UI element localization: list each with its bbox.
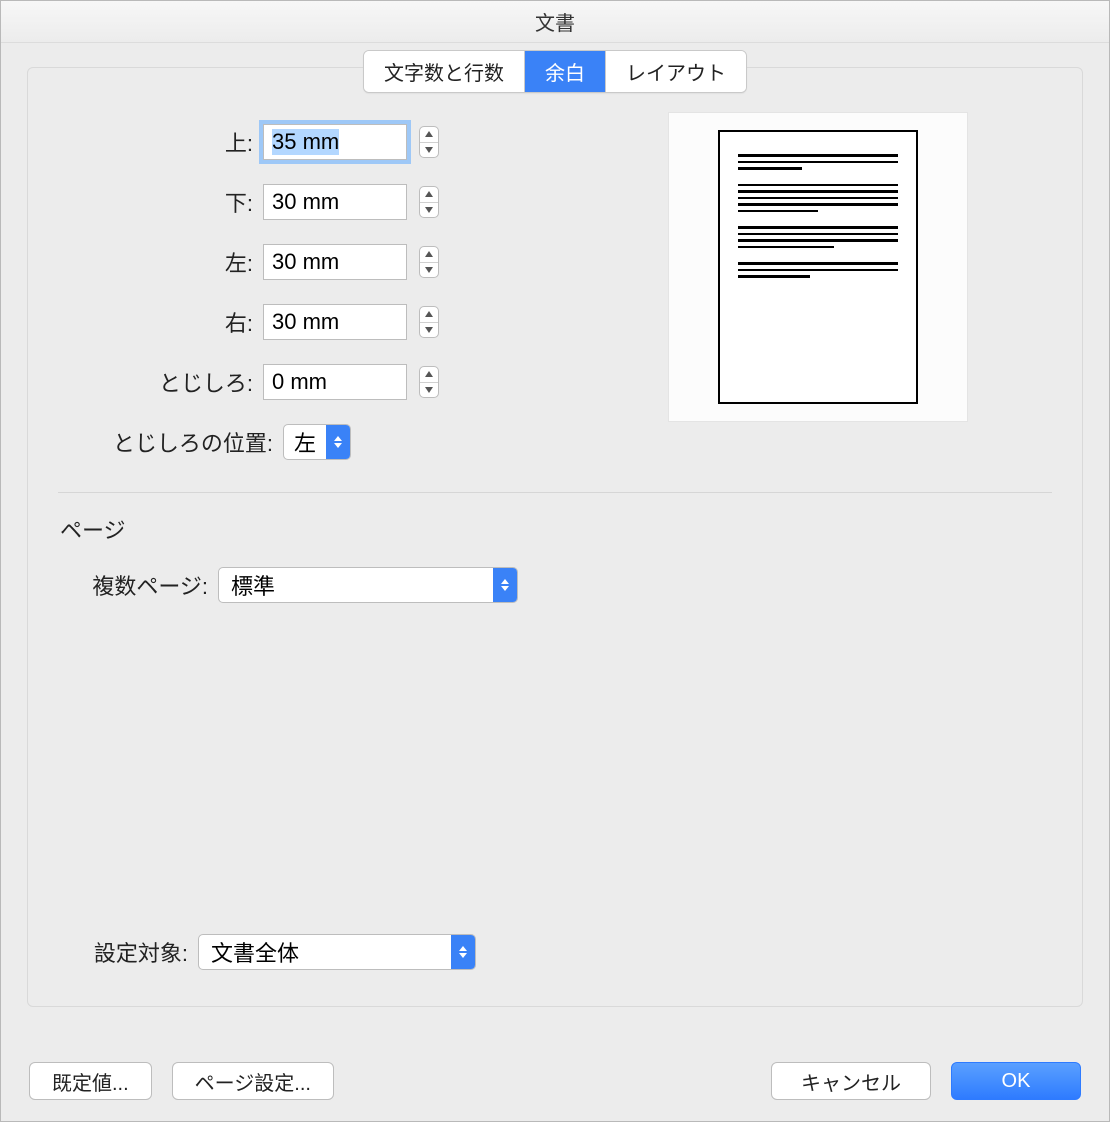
stepper-up-icon[interactable]: [420, 307, 438, 323]
divider: [58, 492, 1052, 493]
updown-icon: [451, 935, 475, 969]
left-margin-label: 左:: [58, 246, 263, 278]
multi-page-label: 複数ページ:: [58, 569, 218, 601]
gutter-position-label: とじしろの位置:: [58, 426, 283, 458]
stepper-up-icon[interactable]: [420, 367, 438, 383]
ok-button[interactable]: OK: [951, 1062, 1081, 1100]
top-margin-field: [263, 124, 439, 160]
dialog-footer: 既定値... ページ設定... キャンセル OK: [1, 1041, 1109, 1121]
page-setup-button[interactable]: ページ設定...: [172, 1062, 334, 1100]
gutter-position-select[interactable]: 左: [283, 424, 351, 460]
window-title: 文書: [1, 1, 1109, 43]
stepper-down-icon[interactable]: [420, 383, 438, 398]
stepper-down-icon[interactable]: [420, 203, 438, 218]
tab-margins[interactable]: 余白: [525, 51, 606, 92]
left-margin-stepper[interactable]: [419, 246, 439, 278]
cancel-button[interactable]: キャンセル: [771, 1062, 931, 1100]
updown-icon: [326, 425, 350, 459]
top-margin-label: 上:: [58, 126, 263, 158]
page-section-title: ページ: [60, 513, 1052, 545]
defaults-button[interactable]: 既定値...: [29, 1062, 152, 1100]
gutter-label: とじしろ:: [58, 366, 263, 398]
multi-page-select[interactable]: 標準: [218, 567, 518, 603]
tab-layout[interactable]: レイアウト: [606, 51, 746, 92]
apply-to-select[interactable]: 文書全体: [198, 934, 476, 970]
document-dialog: 文書 文字数と行数 余白 レイアウト 上:: [0, 0, 1110, 1122]
stepper-up-icon[interactable]: [420, 247, 438, 263]
top-margin-input[interactable]: [263, 124, 407, 160]
right-margin-label: 右:: [58, 306, 263, 338]
gutter-position-value: 左: [284, 426, 326, 458]
tab-chars-lines[interactable]: 文字数と行数: [364, 51, 525, 92]
multi-page-value: 標準: [219, 569, 493, 601]
gutter-stepper[interactable]: [419, 366, 439, 398]
stepper-down-icon[interactable]: [420, 143, 438, 158]
right-margin-stepper[interactable]: [419, 306, 439, 338]
page-preview-page: [718, 130, 918, 404]
stepper-down-icon[interactable]: [420, 263, 438, 278]
bottom-margin-label: 下:: [58, 186, 263, 218]
stepper-up-icon[interactable]: [420, 187, 438, 203]
dialog-body: 文字数と行数 余白 レイアウト 上:: [1, 43, 1109, 1041]
gutter-input[interactable]: [263, 364, 407, 400]
bottom-margin-stepper[interactable]: [419, 186, 439, 218]
tab-bar: 文字数と行数 余白 レイアウト: [363, 50, 747, 93]
content-panel: 文字数と行数 余白 レイアウト 上:: [27, 67, 1083, 1007]
page-preview: [668, 112, 968, 422]
right-margin-input[interactable]: [263, 304, 407, 340]
bottom-margin-input[interactable]: [263, 184, 407, 220]
stepper-down-icon[interactable]: [420, 323, 438, 338]
stepper-up-icon[interactable]: [420, 127, 438, 143]
apply-to-label: 設定対象:: [58, 936, 198, 968]
top-margin-stepper[interactable]: [419, 126, 439, 158]
apply-to-value: 文書全体: [199, 936, 451, 968]
left-margin-input[interactable]: [263, 244, 407, 280]
updown-icon: [493, 568, 517, 602]
